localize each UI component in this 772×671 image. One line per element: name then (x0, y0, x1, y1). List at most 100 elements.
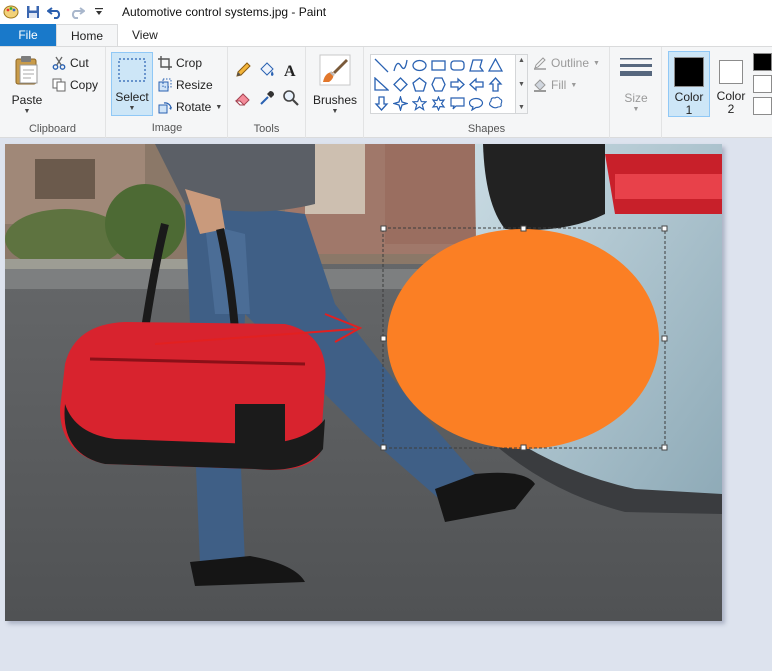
redo-icon[interactable] (66, 1, 88, 23)
right-arrow-shape-icon[interactable] (448, 75, 467, 94)
curve-shape-icon[interactable] (391, 56, 410, 75)
select-dropdown-icon[interactable]: ▼ (112, 105, 152, 112)
cut-label: Cut (70, 56, 89, 70)
size-label: Size (624, 91, 648, 105)
tab-view[interactable]: View (118, 24, 172, 46)
magnifier-tool[interactable] (282, 89, 300, 110)
scroll-up-icon[interactable]: ▲ (518, 57, 525, 64)
resize-handle-left[interactable] (380, 335, 387, 342)
paint-app-icon[interactable] (0, 1, 22, 23)
image-canvas[interactable] (5, 144, 722, 621)
size-button[interactable]: Size ▼ (618, 53, 654, 115)
rotate-dropdown-icon[interactable]: ▼ (215, 104, 222, 111)
copy-label: Copy (70, 78, 99, 92)
pentagon-shape-icon[interactable] (410, 75, 429, 94)
resize-handle-top-right[interactable] (661, 225, 668, 232)
fill-dropdown-icon[interactable]: ▼ (570, 82, 577, 89)
cut-button[interactable]: Cut (52, 53, 89, 73)
select-button[interactable]: Select ▼ (111, 52, 153, 116)
tools-group-label: Tools (253, 123, 280, 135)
resize-handle-bottom-right[interactable] (661, 444, 668, 451)
fill-icon (534, 79, 546, 92)
scroll-down-icon[interactable]: ▼ (518, 81, 525, 88)
crop-label: Crop (176, 56, 203, 70)
copy-button[interactable]: Copy (52, 75, 98, 95)
image-group-label: Image (151, 122, 183, 134)
resize-handle-bottom-left[interactable] (380, 444, 387, 451)
line-size-icon (620, 58, 652, 76)
paste-button[interactable]: Paste ▼ (8, 51, 46, 115)
cloud-callout-shape-icon[interactable] (486, 94, 505, 113)
size-dropdown-icon[interactable]: ▼ (618, 106, 654, 113)
customize-quick-access-icon[interactable] (88, 1, 110, 23)
fill-button[interactable]: Fill ▼ (533, 75, 577, 95)
outline-icon (534, 57, 546, 70)
six-point-star-shape-icon[interactable] (429, 94, 448, 113)
gallery-expand-icon[interactable]: ▼ (518, 104, 525, 111)
triangle-shape-icon[interactable] (486, 56, 505, 75)
outline-dropdown-icon[interactable]: ▼ (593, 60, 600, 67)
brushes-button[interactable]: Brushes ▼ (313, 51, 357, 115)
four-point-star-shape-icon[interactable] (391, 94, 410, 113)
clipboard-group: Paste ▼ Cut Copy Clipboard (0, 47, 106, 138)
quick-access-toolbar (0, 0, 110, 24)
crop-icon (158, 56, 172, 70)
oval-callout-shape-icon[interactable] (467, 94, 486, 113)
line-shape-icon[interactable] (372, 56, 391, 75)
eraser-icon (234, 93, 250, 106)
resize-handle-bottom[interactable] (520, 444, 527, 451)
shapes-gallery-scroll[interactable]: ▲ ▼ ▼ (516, 54, 528, 114)
five-point-star-shape-icon[interactable] (410, 94, 429, 113)
resize-handle-top[interactable] (520, 225, 527, 232)
fill-tool[interactable] (258, 61, 276, 82)
outline-label: Outline (551, 56, 590, 70)
save-icon[interactable] (22, 1, 44, 23)
color1-number: 1 (685, 103, 693, 117)
rotate-label: Rotate (176, 100, 212, 114)
size-group: Size ▼ (610, 47, 662, 138)
orange-ellipse-shape[interactable] (5, 144, 722, 621)
polygon-shape-icon[interactable] (467, 56, 486, 75)
outline-button[interactable]: Outline ▼ (533, 53, 600, 73)
text-tool[interactable]: A (282, 61, 300, 82)
palette-color-black[interactable] (753, 53, 772, 71)
diamond-shape-icon[interactable] (391, 75, 410, 94)
color2-label: Color (716, 89, 746, 103)
pencil-tool[interactable] (234, 61, 252, 82)
resize-button[interactable]: Resize (158, 75, 213, 95)
paste-dropdown-icon[interactable]: ▼ (8, 108, 46, 115)
color2-button[interactable]: Color 2 (712, 51, 752, 117)
rect-callout-shape-icon[interactable] (448, 94, 467, 113)
undo-icon[interactable] (44, 1, 66, 23)
color1-label: Color (674, 90, 704, 104)
color-picker-tool[interactable] (258, 89, 276, 110)
rectangle-shape-icon[interactable] (429, 56, 448, 75)
resize-handle-top-left[interactable] (380, 225, 387, 232)
tab-file[interactable]: File (0, 24, 56, 46)
crop-button[interactable]: Crop (158, 53, 202, 73)
eraser-tool[interactable] (234, 89, 252, 110)
up-arrow-shape-icon[interactable] (486, 75, 505, 94)
palette-color-empty[interactable] (753, 97, 772, 115)
rotate-button[interactable]: Rotate ▼ (158, 97, 222, 117)
hexagon-shape-icon[interactable] (429, 75, 448, 94)
oval-shape-icon[interactable] (410, 56, 429, 75)
scissors-icon (52, 56, 66, 70)
color1-button[interactable]: Color 1 (668, 51, 710, 117)
window-title: Automotive control systems.jpg - Paint (122, 5, 327, 19)
down-arrow-shape-icon[interactable] (372, 94, 391, 113)
magnifier-icon (283, 90, 299, 106)
pencil-icon (236, 62, 251, 77)
brush-icon (319, 54, 351, 86)
ribbon: Paste ▼ Cut Copy Clipboard Select ▼ Crop… (0, 46, 772, 138)
rounded-rectangle-shape-icon[interactable] (448, 56, 467, 75)
resize-handle-right[interactable] (661, 335, 668, 342)
left-arrow-shape-icon[interactable] (467, 75, 486, 94)
brushes-dropdown-icon[interactable]: ▼ (313, 108, 357, 115)
resize-icon (158, 78, 172, 92)
shapes-gallery (370, 54, 516, 114)
paint-bucket-icon (260, 62, 274, 76)
palette-color-white[interactable] (753, 75, 772, 93)
tab-home[interactable]: Home (56, 24, 119, 47)
right-triangle-shape-icon[interactable] (372, 75, 391, 94)
